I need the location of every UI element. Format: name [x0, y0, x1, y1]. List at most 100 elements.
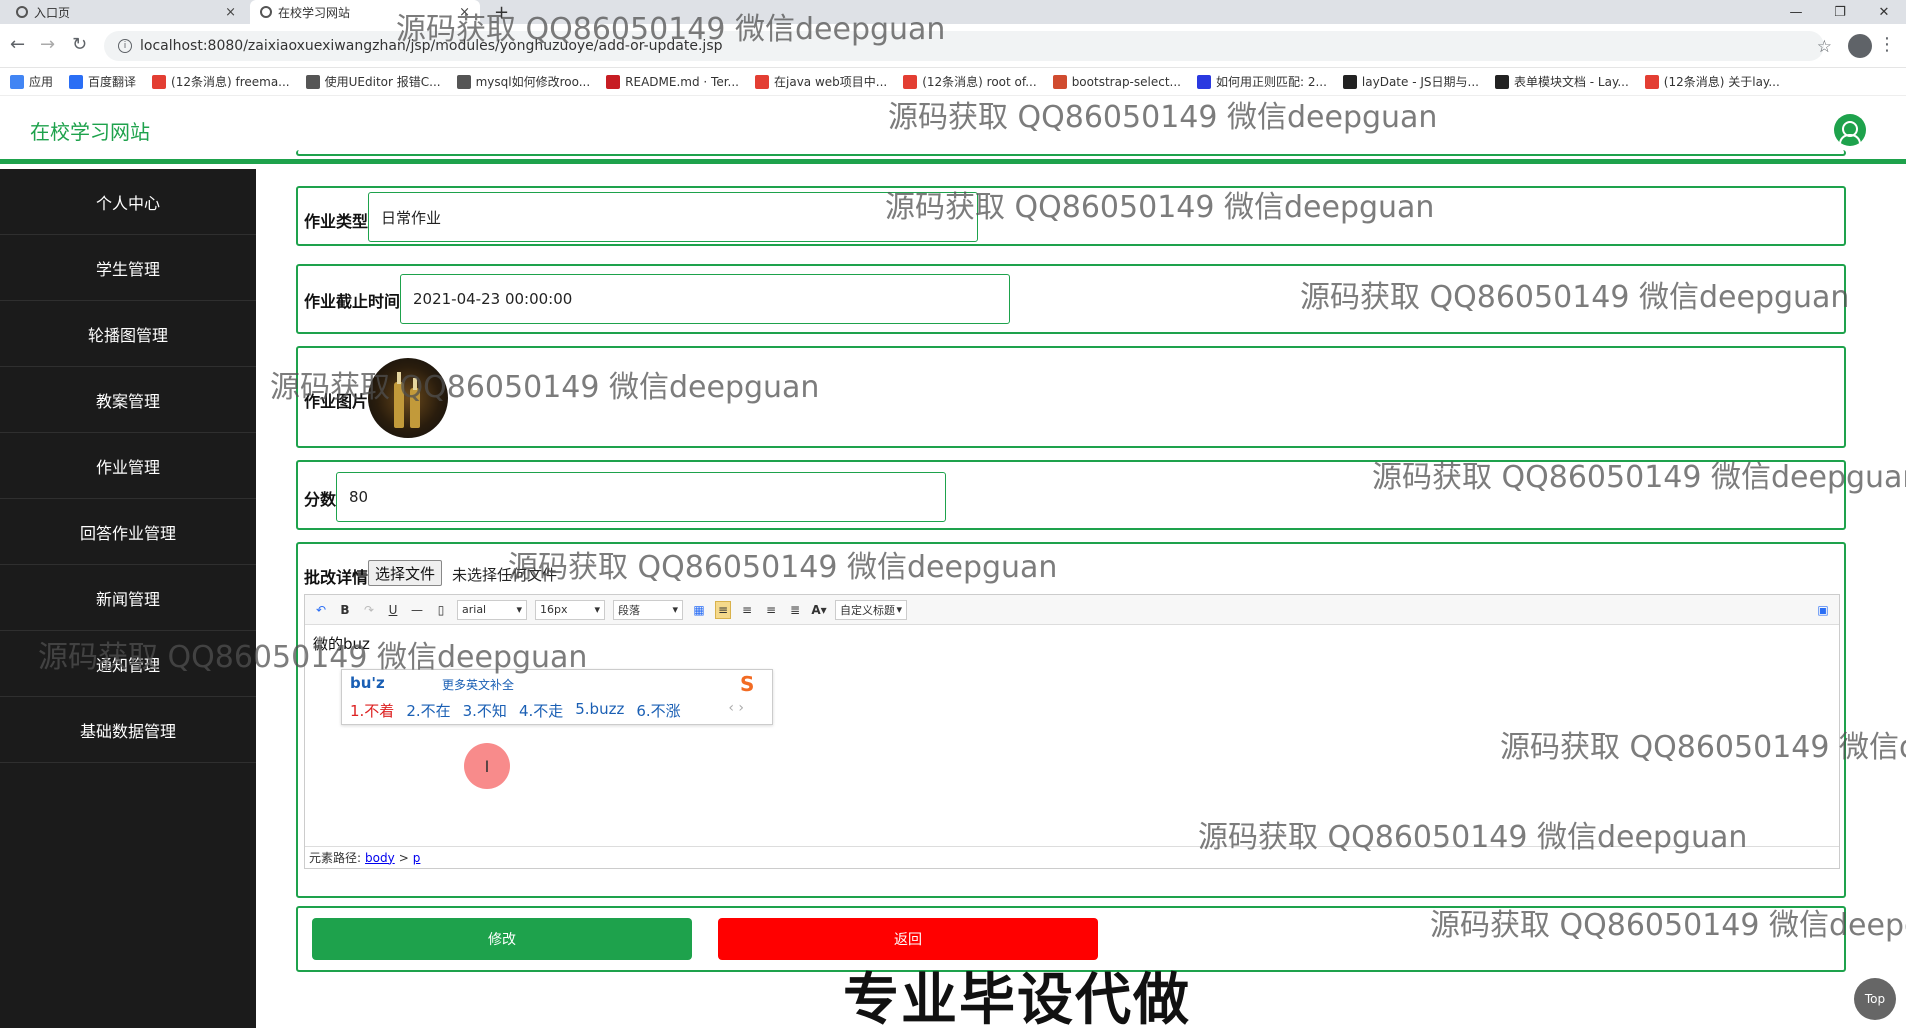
bookmark-label: (12条消息) root of...	[922, 75, 1037, 89]
bookmark-label: bootstrap-select...	[1071, 74, 1181, 89]
watermark: 源码获取 QQ86050149 微信deepguan	[1372, 460, 1906, 495]
user-avatar-icon[interactable]	[1834, 114, 1866, 146]
back-to-top-button[interactable]: Top	[1854, 978, 1896, 1020]
row-partial	[296, 150, 1846, 156]
table-icon[interactable]: ▦	[691, 601, 707, 619]
bookmark-icon	[1196, 74, 1211, 89]
star-icon[interactable]: ☆	[1817, 37, 1832, 57]
ime-candidate[interactable]: 1.不着	[350, 700, 394, 721]
bookmark-label: README.md · Ter...	[625, 74, 739, 89]
chevron-down-icon: ▾	[672, 603, 678, 616]
account-icon[interactable]	[1848, 34, 1872, 58]
minimize-button[interactable]: —	[1774, 0, 1818, 24]
ime-nav-icon[interactable]: ‹ ›	[728, 700, 744, 716]
back-arrow-icon[interactable]: ←	[10, 34, 25, 55]
bookmark-icon	[903, 74, 918, 89]
bookmark-label: 如何用正则匹配: 2...	[1215, 75, 1327, 89]
bookmark-label: 应用	[29, 75, 54, 89]
bookmark-label: (12条消息) 关于lay...	[1663, 75, 1780, 89]
window-controls: — ❐ ✕	[1774, 0, 1906, 24]
watermark: 源码获取 QQ86050149 微信deepguan	[1198, 820, 1748, 855]
url-input[interactable]: i localhost:8080/zaixiaoxuexiwangzhan/js…	[104, 31, 1824, 61]
page-icon[interactable]: ▯	[433, 601, 449, 619]
underline-button[interactable]: U	[385, 601, 401, 619]
bookmark-icon	[305, 74, 320, 89]
justify-icon[interactable]: ≣	[787, 601, 803, 619]
ime-candidate[interactable]: 4.不走	[519, 700, 563, 721]
site-title[interactable]: 在校学习网站	[30, 116, 150, 145]
browser-tab-entry[interactable]: 入口页 ×	[6, 0, 246, 24]
font-color-button[interactable]: A ▾	[811, 601, 827, 619]
more-menu-icon[interactable]: ⋮	[1878, 34, 1896, 55]
ime-candidate[interactable]: 2.不在	[406, 700, 450, 721]
bookmark-icon	[1644, 74, 1659, 89]
sidebar-item[interactable]: 作业管理	[0, 433, 256, 499]
bookmark-item[interactable]: 应用	[10, 73, 53, 90]
bookmark-icon	[1342, 74, 1357, 89]
sidebar: 个人中心 学生管理 轮播图管理 教案管理 作业管理 回答作业管理 新闻管理 通知管理 基础数据管…	[0, 169, 256, 1028]
score-input[interactable]: 80	[336, 472, 946, 522]
ime-candidate[interactable]: 6.不涨	[636, 700, 680, 721]
edit-button[interactable]: 修改	[312, 918, 692, 960]
bookmark-item[interactable]: bootstrap-select...	[1052, 74, 1181, 89]
sidebar-item[interactable]: 轮播图管理	[0, 301, 256, 367]
bold-button[interactable]: B	[337, 601, 353, 619]
watermark: 源码获取 QQ86050149 微信deepguan	[270, 370, 820, 405]
bookmark-item[interactable]: (12条消息) 关于lay...	[1644, 73, 1780, 90]
bookmark-item[interactable]: 在java web项目中...	[755, 73, 887, 90]
horizontal-rule-icon[interactable]: —	[409, 601, 425, 619]
sidebar-item[interactable]: 回答作业管理	[0, 499, 256, 565]
close-window-button[interactable]: ✕	[1862, 0, 1906, 24]
watermark: 源码获取 QQ86050149 微信deepguan	[1500, 730, 1906, 765]
align-center-icon[interactable]: ≡	[739, 601, 755, 619]
bookmark-item[interactable]: (12条消息) freema...	[152, 73, 290, 90]
sidebar-item[interactable]: 基础数据管理	[0, 697, 256, 763]
custom-title-select[interactable]: 自定义标题 ▾	[835, 599, 907, 620]
redo-icon[interactable]: ↷	[361, 601, 377, 619]
back-button[interactable]: 返回	[718, 918, 1098, 960]
paragraph-select[interactable]: 段落 ▾	[613, 599, 683, 620]
ime-composition: bu'z	[350, 674, 385, 692]
path-body-link[interactable]: body	[365, 851, 395, 865]
deadline-input[interactable]: 2021-04-23 00:00:00	[400, 274, 1010, 324]
ime-candidate[interactable]: 5.buzz	[575, 700, 624, 721]
path-p-link[interactable]: p	[413, 851, 421, 865]
bookmark-icon	[755, 74, 769, 89]
undo-icon[interactable]: ↶	[313, 601, 329, 619]
site-icon	[260, 6, 272, 18]
watermark: 源码获取 QQ86050149 微信deepguan	[1430, 908, 1906, 943]
sidebar-item[interactable]: 新闻管理	[0, 565, 256, 631]
path-separator: >	[398, 850, 409, 865]
font-family-select[interactable]: arial ▾	[457, 599, 527, 620]
chevron-down-icon: ▾	[516, 603, 522, 616]
sidebar-item[interactable]: 教案管理	[0, 367, 256, 433]
sidebar-item[interactable]: 学生管理	[0, 235, 256, 301]
font-size-select[interactable]: 16px ▾	[535, 599, 605, 620]
reload-icon[interactable]: ↻	[72, 34, 87, 55]
bookmark-icon	[1494, 74, 1509, 89]
bookmark-item[interactable]: (12条消息) root of...	[903, 73, 1037, 90]
editor-toolbar: ↶ B ↷ U — ▯ arial ▾ 16px ▾ 段落 ▾ ▦ ≡ ≡ ≡ ≣ A…	[305, 595, 1839, 625]
close-icon[interactable]: ×	[225, 5, 236, 20]
bookmark-item[interactable]: 百度翻译	[69, 73, 136, 90]
bookmark-icon	[1052, 74, 1067, 89]
align-left-icon[interactable]: ≡	[715, 600, 731, 619]
bookmark-item[interactable]: layDate - JS日期与...	[1342, 73, 1479, 90]
choose-file-button[interactable]: 选择文件	[368, 560, 443, 586]
fullscreen-icon[interactable]: ▣	[1815, 601, 1831, 619]
restore-button[interactable]: ❐	[1818, 0, 1862, 24]
bookmark-item[interactable]: mysql如何修改roo...	[456, 73, 590, 90]
sidebar-item[interactable]: 个人中心	[0, 169, 256, 235]
watermark: 源码获取 QQ86050149 微信deepguan	[885, 190, 1435, 225]
bookmark-item[interactable]: 使用UEditor 报错C...	[305, 73, 441, 90]
ime-candidate[interactable]: 3.不知	[463, 700, 507, 721]
bookmark-label: 表单模块文档 - Lay...	[1513, 75, 1629, 89]
bookmark-item[interactable]: 表单模块文档 - Lay...	[1494, 73, 1629, 90]
info-icon[interactable]: i	[118, 39, 132, 53]
forward-arrow-icon[interactable]: →	[40, 34, 55, 55]
watermark: 源码获取 QQ86050149 微信deepguan	[38, 640, 588, 675]
ime-hint[interactable]: 更多英文补全	[442, 676, 514, 693]
align-right-icon[interactable]: ≡	[763, 601, 779, 619]
bookmark-item[interactable]: 如何用正则匹配: 2...	[1196, 73, 1327, 90]
bookmark-item[interactable]: README.md · Ter...	[606, 74, 739, 89]
